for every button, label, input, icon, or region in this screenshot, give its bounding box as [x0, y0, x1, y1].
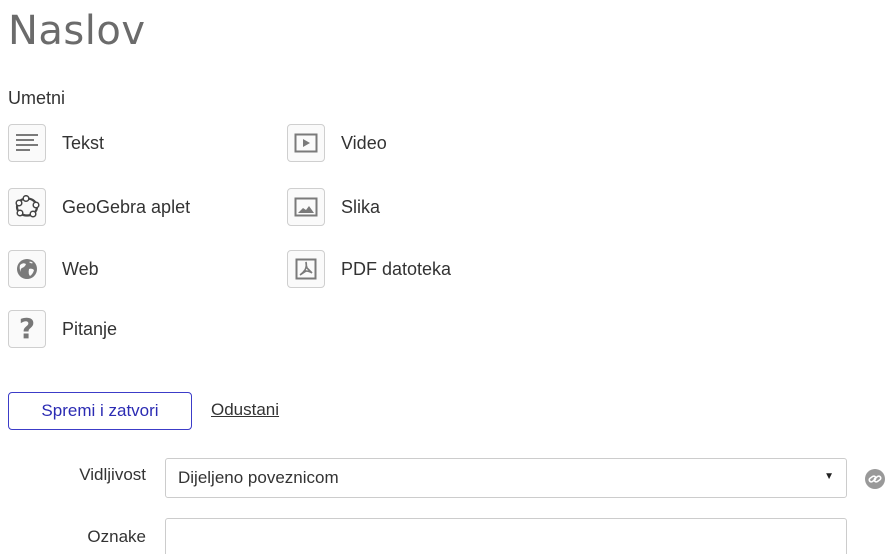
insert-geogebra-label: GeoGebra aplet [62, 196, 191, 217]
text-lines-icon [8, 124, 46, 162]
insert-image-label: Slika [341, 196, 381, 217]
chevron-down-icon: ▼ [824, 471, 834, 482]
tags-label: Oznake [87, 527, 146, 546]
image-icon [287, 188, 325, 226]
visibility-label: Vidljivost [79, 465, 146, 484]
share-link-icon[interactable] [864, 468, 886, 490]
video-play-icon [287, 124, 325, 162]
pdf-icon [287, 250, 325, 288]
insert-video-label: Video [341, 132, 387, 153]
globe-icon [8, 250, 46, 288]
insert-web-label: Web [62, 258, 99, 279]
question-icon: ? [8, 310, 46, 348]
tags-input[interactable] [165, 518, 847, 554]
insert-text-button[interactable]: Tekst [8, 122, 104, 164]
insert-question-button[interactable]: ? Pitanje [8, 308, 117, 350]
insert-section-label: Umetni [8, 88, 66, 108]
page: Naslov Umetni Tekst Video GeoGebra aplet… [0, 0, 886, 554]
visibility-selected-value: Dijeljeno poveznicom [178, 468, 339, 487]
insert-image-button[interactable]: Slika [287, 186, 380, 228]
insert-question-label: Pitanje [62, 318, 118, 339]
insert-pdf-button[interactable]: PDF datoteka [287, 248, 451, 290]
visibility-select[interactable]: Dijeljeno poveznicom ▼ [165, 458, 847, 498]
cancel-link[interactable]: Odustani [211, 400, 279, 420]
insert-geogebra-button[interactable]: GeoGebra aplet [8, 186, 190, 228]
save-and-close-button[interactable]: Spremi i zatvori [8, 392, 192, 430]
page-title: Naslov [8, 8, 146, 54]
insert-video-button[interactable]: Video [287, 122, 387, 164]
insert-text-label: Tekst [62, 132, 105, 153]
geogebra-icon [8, 188, 46, 226]
insert-web-button[interactable]: Web [8, 248, 99, 290]
insert-pdf-label: PDF datoteka [341, 258, 452, 279]
